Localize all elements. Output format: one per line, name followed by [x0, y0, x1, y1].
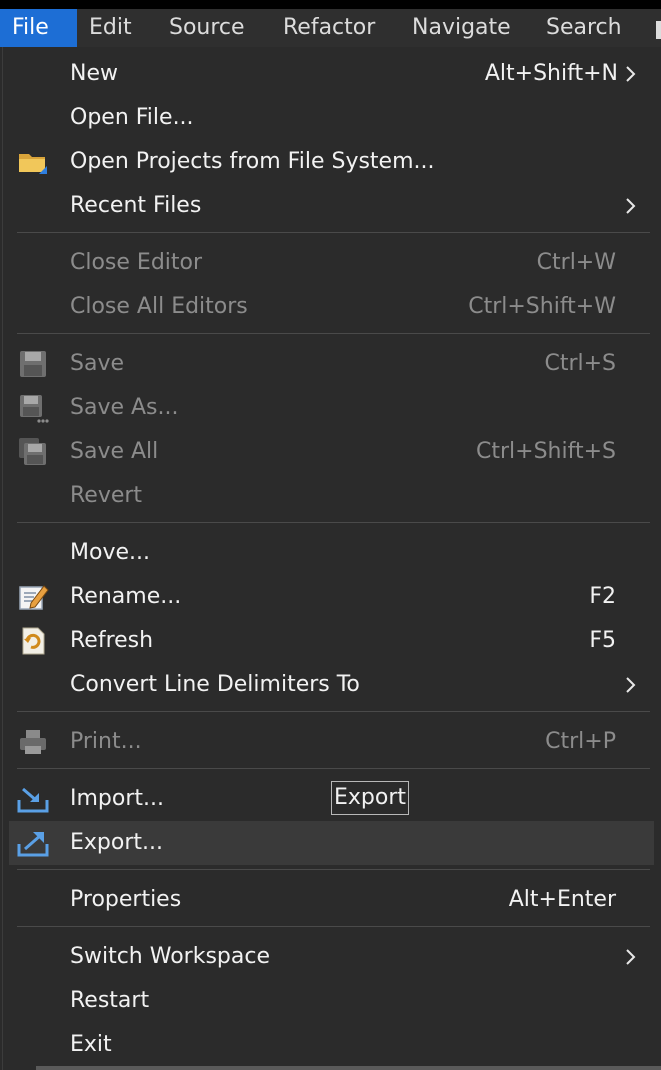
menu-item-label: Recent Files: [70, 193, 202, 218]
menu-separator: [17, 869, 650, 870]
menu-item-shortcut: Alt+Shift+N: [484, 61, 618, 86]
menu-item-convert-line-delimiters[interactable]: Convert Line Delimiters To: [3, 663, 661, 707]
menu-item-print[interactable]: Print... Ctrl+P: [3, 720, 661, 764]
export-tooltip: Export: [331, 781, 409, 815]
menu-separator: [17, 768, 650, 769]
menu-item-shortcut: F2: [589, 584, 616, 609]
menu-item-label: Import...: [70, 786, 164, 811]
menu-navigate[interactable]: Navigate: [400, 9, 523, 47]
menu-item-label: Rename...: [70, 584, 182, 609]
menu-item-recent-files[interactable]: Recent Files: [3, 184, 661, 228]
menu-item-close-editor[interactable]: Close Editor Ctrl+W: [3, 241, 661, 285]
chevron-right-icon: [626, 949, 636, 965]
chevron-right-icon: [626, 66, 636, 82]
menu-item-label: Export...: [70, 830, 163, 855]
save-all-icon: [19, 438, 46, 465]
menu-item-close-all-editors[interactable]: Close All Editors Ctrl+Shift+W: [3, 285, 661, 329]
print-icon: [20, 730, 46, 754]
menu-item-label: Properties: [70, 887, 182, 912]
menu-item-rename[interactable]: Rename... F2: [3, 575, 661, 619]
save-icon: [20, 351, 46, 377]
chevron-right-icon: [626, 677, 636, 693]
menu-item-label: Open File...: [70, 105, 194, 130]
menu-item-move[interactable]: Move...: [3, 531, 661, 575]
menu-item-shortcut: Alt+Enter: [508, 887, 616, 912]
menu-item-label: Convert Line Delimiters To: [70, 672, 360, 697]
menu-file[interactable]: File: [0, 9, 77, 47]
menu-source[interactable]: Source: [157, 9, 257, 47]
menu-item-shortcut: F5: [589, 628, 616, 653]
menu-item-label: Switch Workspace: [70, 944, 270, 969]
menu-item-label: Save As...: [70, 395, 179, 420]
menu-item-shortcut: Ctrl+P: [545, 729, 616, 754]
menu-item-label: Refresh: [70, 628, 154, 653]
menu-item-shortcut: Ctrl+Shift+S: [476, 439, 616, 464]
menu-item-shortcut: Ctrl+S: [544, 351, 616, 376]
menu-item-label: Revert: [70, 483, 143, 508]
menu-item-save-all[interactable]: Save All Ctrl+Shift+S: [3, 430, 661, 474]
menu-item-label: Move...: [70, 540, 150, 565]
menu-item-revert[interactable]: Revert: [3, 474, 661, 518]
menu-overflow-item[interactable]: [656, 21, 661, 39]
menu-item-save-as[interactable]: Save As...: [3, 386, 661, 430]
folder-icon: [19, 154, 47, 174]
menu-item-open-file[interactable]: Open File...: [3, 96, 661, 140]
file-menu-dropdown: New Alt+Shift+N Open File... Open Projec…: [2, 47, 661, 1070]
menu-item-new[interactable]: New Alt+Shift+N: [3, 52, 661, 96]
menu-separator: [17, 333, 650, 334]
menu-item-shortcut: Ctrl+W: [536, 250, 616, 275]
menu-item-open-projects[interactable]: Open Projects from File System...: [3, 140, 661, 184]
import-icon: [17, 787, 49, 813]
window-title-strip: [0, 0, 661, 9]
menu-item-switch-workspace[interactable]: Switch Workspace: [3, 935, 661, 979]
menu-refactor[interactable]: Refactor: [271, 9, 387, 47]
menu-item-label: Print...: [70, 729, 142, 754]
menu-item-save[interactable]: Save Ctrl+S: [3, 342, 661, 386]
menu-search[interactable]: Search: [534, 9, 634, 47]
menu-item-label: New: [70, 61, 118, 86]
chevron-right-icon: [626, 198, 636, 214]
menu-item-label: Save All: [70, 439, 159, 464]
window-bottom-edge: [36, 1066, 661, 1070]
menu-item-restart[interactable]: Restart: [3, 979, 661, 1023]
menu-item-label: Exit: [70, 1032, 112, 1057]
menu-bar: File Edit Source Refactor Navigate Searc…: [0, 9, 661, 47]
menu-item-properties[interactable]: Properties Alt+Enter: [3, 878, 661, 922]
menu-separator: [17, 522, 650, 523]
menu-item-label: Restart: [70, 988, 150, 1013]
export-icon: [17, 832, 49, 857]
menu-item-label: Close All Editors: [70, 294, 248, 319]
menu-separator: [17, 232, 650, 233]
menu-item-refresh[interactable]: Refresh F5: [3, 619, 661, 663]
menu-item-export[interactable]: Export...: [9, 821, 654, 865]
menu-separator: [17, 926, 650, 927]
refresh-icon: [22, 627, 45, 655]
menu-item-shortcut: Ctrl+Shift+W: [468, 294, 616, 319]
menu-item-label: Close Editor: [70, 250, 203, 275]
menu-edit[interactable]: Edit: [77, 9, 144, 47]
rename-icon: [19, 585, 49, 610]
menu-item-label: Open Projects from File System...: [70, 149, 435, 174]
menu-item-exit[interactable]: Exit: [3, 1023, 661, 1067]
save-as-icon: [20, 395, 49, 423]
menu-item-label: Save: [70, 351, 125, 376]
menu-separator: [17, 711, 650, 712]
